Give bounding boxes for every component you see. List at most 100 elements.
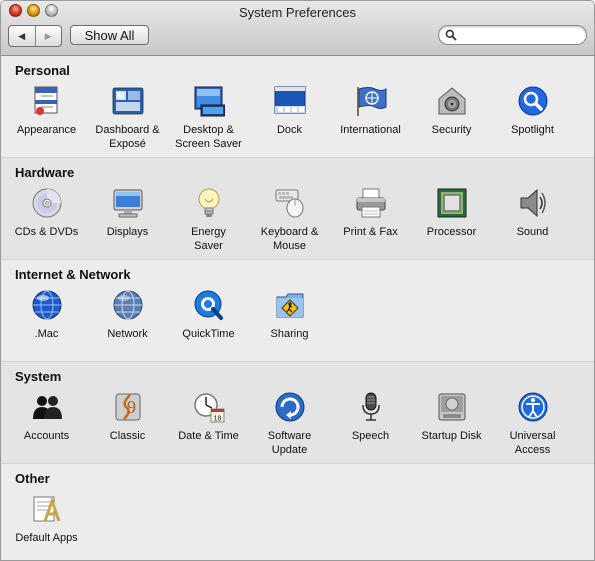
section-title: Internet & Network (15, 267, 131, 282)
pref-pane-default-apps[interactable]: Default Apps (6, 493, 87, 545)
pref-pane-label: Network (107, 328, 148, 340)
pref-pane-dock[interactable]: Dock (249, 85, 330, 151)
universal-access-icon (517, 391, 549, 423)
navigation-group: ◀ ▶ (8, 25, 62, 47)
pref-pane-dashboard-expose[interactable]: Dashboard & Exposé (87, 85, 168, 151)
speech-icon (355, 391, 387, 423)
pref-pane-date-time[interactable]: 18 Date & Time (168, 391, 249, 457)
pref-pane-label: Default Apps (15, 532, 78, 544)
svg-text:9: 9 (127, 397, 136, 417)
pref-pane-label: Software Update (267, 430, 312, 456)
pane-row: Default Apps (6, 493, 87, 545)
pref-pane-label: Desktop & Screen Saver (175, 124, 242, 150)
show-all-button[interactable]: Show All (70, 25, 149, 45)
pref-pane-label: Sound (516, 226, 549, 238)
spotlight-icon (517, 85, 549, 117)
pref-pane-displays[interactable]: Displays (87, 187, 168, 253)
pref-pane-label: .Mac (34, 328, 59, 340)
dashboard-expose-icon (112, 85, 144, 117)
pref-pane-dotmac[interactable]: .Mac (6, 289, 87, 341)
section-hardware: Hardware CDs & DVDs Displays Energy Saver Ke… (1, 158, 594, 260)
preference-sections: Personal Appearance Dashboard & Exposé Desk… (1, 56, 594, 560)
pref-pane-energy-saver[interactable]: Energy Saver (168, 187, 249, 253)
pref-pane-universal-access[interactable]: Universal Access (492, 391, 573, 457)
forward-arrow-icon: ▶ (44, 30, 52, 41)
pref-pane-classic[interactable]: 9 Classic (87, 391, 168, 457)
pref-pane-sound[interactable]: Sound (492, 187, 573, 253)
pref-pane-processor[interactable]: Processor (411, 187, 492, 253)
sharing-icon (274, 289, 306, 321)
pref-pane-label: Date & Time (178, 430, 239, 442)
title-bar: System Preferences ◀ ▶ Show All (1, 1, 594, 56)
pref-pane-startup-disk[interactable]: Startup Disk (411, 391, 492, 457)
pref-pane-label: Sharing (270, 328, 309, 340)
pane-row: Appearance Dashboard & Exposé Desktop & Sc… (6, 85, 573, 151)
window-title: System Preferences (238, 5, 357, 20)
back-arrow-icon: ◀ (18, 30, 26, 41)
security-icon (436, 85, 468, 117)
pref-pane-label: Security (431, 124, 472, 136)
pref-pane-label: QuickTime (182, 328, 235, 340)
pref-pane-quicktime[interactable]: QuickTime (168, 289, 249, 341)
section-system: System Accounts 9 Classic 18 Date & Time Softw… (1, 362, 594, 464)
pref-pane-label: Dashboard & Exposé (95, 124, 160, 150)
pref-pane-network[interactable]: Network (87, 289, 168, 341)
pref-pane-label: Displays (106, 226, 149, 238)
pref-pane-software-update[interactable]: Software Update (249, 391, 330, 457)
quicktime-icon (193, 289, 225, 321)
pane-row: Accounts 9 Classic 18 Date & Time Software Up… (6, 391, 573, 457)
pref-pane-label: Universal Access (509, 430, 556, 456)
pref-pane-spotlight[interactable]: Spotlight (492, 85, 573, 151)
pane-row: .Mac Network QuickTime Sharing (6, 289, 330, 341)
startup-disk-icon (436, 391, 468, 423)
network-icon (112, 289, 144, 321)
system-preferences-window: System Preferences ◀ ▶ Show All Personal… (0, 0, 595, 561)
software-update-icon (274, 391, 306, 423)
pref-pane-label: Speech (351, 430, 390, 442)
processor-icon (436, 187, 468, 219)
pref-pane-cd-dvd[interactable]: CDs & DVDs (6, 187, 87, 253)
pref-pane-accounts[interactable]: Accounts (6, 391, 87, 457)
default-apps-icon (31, 493, 63, 525)
dotmac-icon (31, 289, 63, 321)
section-title: Personal (15, 63, 70, 78)
pref-pane-international[interactable]: International (330, 85, 411, 151)
section-title: System (15, 369, 62, 384)
search-input[interactable] (460, 27, 574, 43)
pref-pane-print-fax[interactable]: Print & Fax (330, 187, 411, 253)
international-icon (355, 85, 387, 117)
section-other: Other Default Apps (1, 464, 594, 560)
print-fax-icon (355, 187, 387, 219)
desktop-screensaver-icon (193, 85, 225, 117)
pref-pane-keyboard-mouse[interactable]: Keyboard & Mouse (249, 187, 330, 253)
pref-pane-label: International (340, 124, 401, 136)
appearance-icon (31, 85, 63, 117)
energy-saver-icon (193, 187, 225, 219)
pref-pane-desktop-screensaver[interactable]: Desktop & Screen Saver (168, 85, 249, 151)
classic-icon: 9 (112, 391, 144, 423)
search-field[interactable] (438, 25, 587, 45)
pref-pane-label: Accounts (23, 430, 70, 442)
date-time-icon: 18 (193, 391, 225, 423)
pref-pane-label: Classic (109, 430, 146, 442)
pref-pane-label: Dock (276, 124, 303, 136)
search-icon (445, 29, 457, 41)
forward-button[interactable]: ▶ (36, 26, 62, 46)
pref-pane-security[interactable]: Security (411, 85, 492, 151)
section-title: Other (15, 471, 50, 486)
pane-row: CDs & DVDs Displays Energy Saver Keyboard &… (6, 187, 573, 253)
keyboard-mouse-icon (274, 187, 306, 219)
dock-icon (274, 85, 306, 117)
pref-pane-sharing[interactable]: Sharing (249, 289, 330, 341)
calendar-day-badge: 18 (213, 416, 221, 423)
back-button[interactable]: ◀ (9, 26, 36, 46)
pref-pane-label: CDs & DVDs (14, 226, 79, 238)
section-title: Hardware (15, 165, 75, 180)
pref-pane-label: Spotlight (511, 124, 554, 136)
pref-pane-speech[interactable]: Speech (330, 391, 411, 457)
pref-pane-label: Print & Fax (343, 226, 398, 238)
pref-pane-label: Processor (426, 226, 477, 238)
pref-pane-appearance[interactable]: Appearance (6, 85, 87, 151)
pref-pane-label: Keyboard & Mouse (260, 226, 319, 252)
section-personal: Personal Appearance Dashboard & Exposé Desk… (1, 56, 594, 158)
